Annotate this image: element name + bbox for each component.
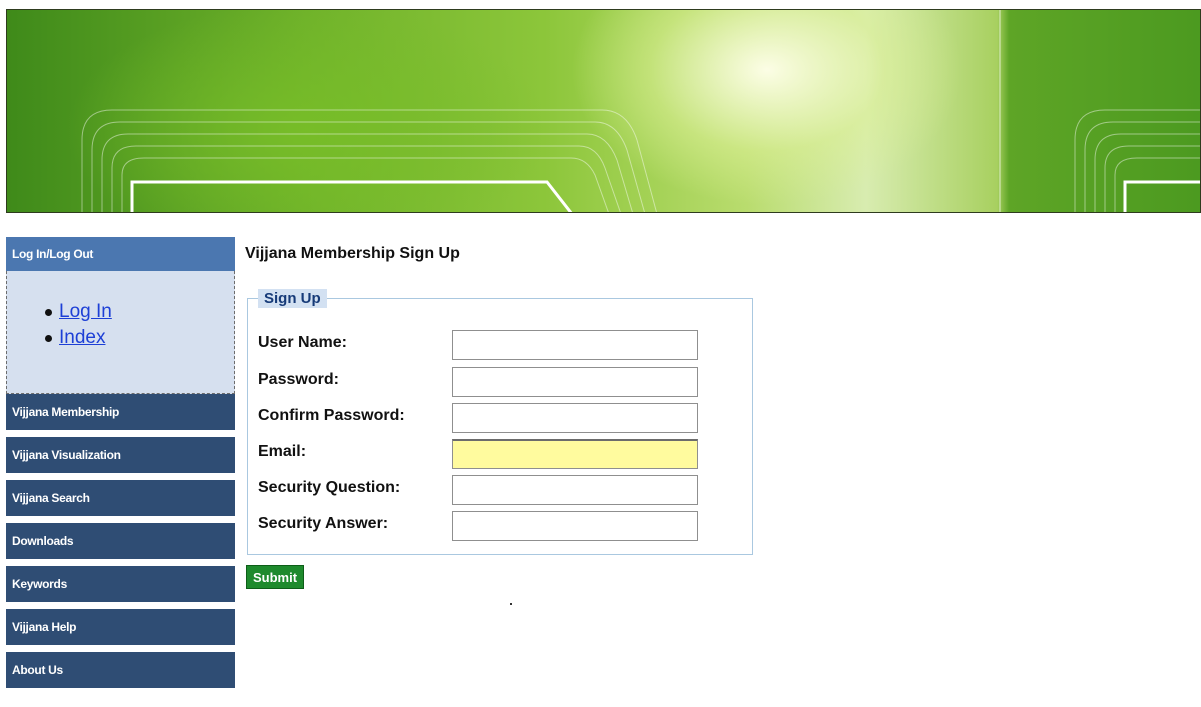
- email-label: Email:: [258, 443, 307, 460]
- sidebar-item-vijjana-membership[interactable]: Vijjana Membership: [6, 394, 235, 430]
- list-item: Log In: [45, 299, 234, 325]
- form-row-email: Email:: [258, 439, 698, 469]
- index-link[interactable]: Index: [59, 327, 105, 348]
- user-name-label: User Name:: [258, 334, 347, 351]
- submit-button[interactable]: Submit: [246, 565, 305, 589]
- password-label: Password:: [258, 371, 339, 388]
- sidebar-item-vijjana-help[interactable]: Vijjana Help: [6, 609, 235, 645]
- sidebar-item-vijjana-visualization[interactable]: Vijjana Visualization: [6, 437, 235, 473]
- sidebar-item-downloads[interactable]: Downloads: [6, 523, 235, 559]
- security-answer-label: Security Answer:: [258, 515, 389, 532]
- signup-legend: Sign Up: [258, 289, 327, 308]
- sidebar-item-about-us[interactable]: About Us: [6, 652, 235, 688]
- security-answer-field[interactable]: [452, 511, 698, 541]
- form-row-security-answer: Security Answer:: [258, 511, 698, 541]
- signup-fieldset: Sign Up User Name: Password: Confirm Pas…: [247, 289, 753, 555]
- header-banner: [6, 9, 1201, 213]
- banner-decoration: [81, 109, 1200, 212]
- sidebar-item-vijjana-search[interactable]: Vijjana Search: [6, 480, 235, 516]
- confirm-password-label: Confirm Password:: [258, 407, 405, 424]
- user-name-field[interactable]: [452, 330, 698, 360]
- stray-dot: [510, 603, 512, 605]
- login-box: Log In Index: [6, 271, 235, 394]
- banner-divider: [999, 10, 1001, 212]
- sidebar: Log In/Log Out Log In Index Vijjana Memb…: [6, 237, 235, 688]
- form-row-confirm-password: Confirm Password:: [258, 403, 698, 433]
- page-title: Vijjana Membership Sign Up: [245, 245, 460, 262]
- confirm-password-field[interactable]: [452, 403, 698, 433]
- password-field[interactable]: [452, 367, 698, 397]
- form-row-password: Password:: [258, 367, 698, 397]
- form-row-user-name: User Name:: [258, 330, 698, 360]
- security-question-label: Security Question:: [258, 479, 401, 496]
- login-link[interactable]: Log In: [59, 301, 112, 322]
- email-field[interactable]: [452, 439, 698, 469]
- form-row-security-question: Security Question:: [258, 475, 698, 505]
- sidebar-header-login: Log In/Log Out: [6, 237, 235, 271]
- sidebar-item-keywords[interactable]: Keywords: [6, 566, 235, 602]
- security-question-field[interactable]: [452, 475, 698, 505]
- login-links-list: Log In Index: [7, 299, 234, 351]
- list-item: Index: [45, 325, 234, 351]
